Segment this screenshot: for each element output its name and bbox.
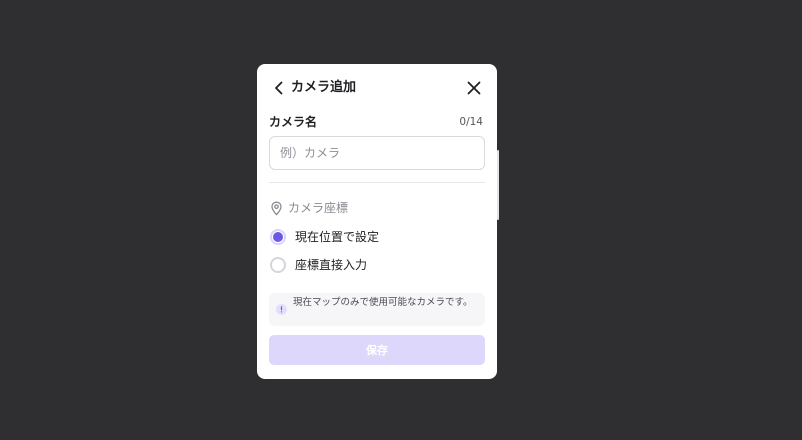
camera-name-input[interactable]	[269, 136, 485, 170]
radio-direct-input[interactable]: 座標直接入力	[270, 254, 367, 276]
map-pin-icon	[271, 201, 282, 216]
add-camera-dialog: カメラ追加 カメラ名 0/14 カメラ座標 現在位置で設定 座標直接入力 現在マ…	[257, 64, 497, 379]
camera-coordinates-header: カメラ座標	[270, 200, 348, 216]
modal-scrollbar[interactable]	[497, 150, 499, 220]
info-notice-text: 現在マップのみで使用可能なカメラです。	[293, 297, 473, 308]
radio-current-location[interactable]: 現在位置で設定	[270, 226, 379, 248]
camera-name-label: カメラ名	[269, 115, 318, 129]
radio-label-current-location: 現在位置で設定	[295, 230, 380, 244]
info-notice: 現在マップのみで使用可能なカメラです。	[269, 293, 485, 326]
radio-button-selected[interactable]	[270, 229, 286, 245]
exclamation-icon	[276, 304, 287, 315]
radio-label-direct-input: 座標直接入力	[295, 258, 368, 272]
save-button[interactable]: 保存	[269, 335, 485, 365]
dialog-header: カメラ追加	[257, 64, 497, 112]
radio-button-unselected[interactable]	[270, 257, 286, 273]
chevron-left-icon[interactable]	[271, 79, 287, 97]
dialog-title: カメラ追加	[291, 80, 357, 95]
section-divider	[269, 182, 485, 183]
character-counter: 0/14	[459, 116, 483, 128]
close-icon[interactable]	[465, 79, 483, 97]
camera-coordinates-label: カメラ座標	[288, 201, 349, 215]
